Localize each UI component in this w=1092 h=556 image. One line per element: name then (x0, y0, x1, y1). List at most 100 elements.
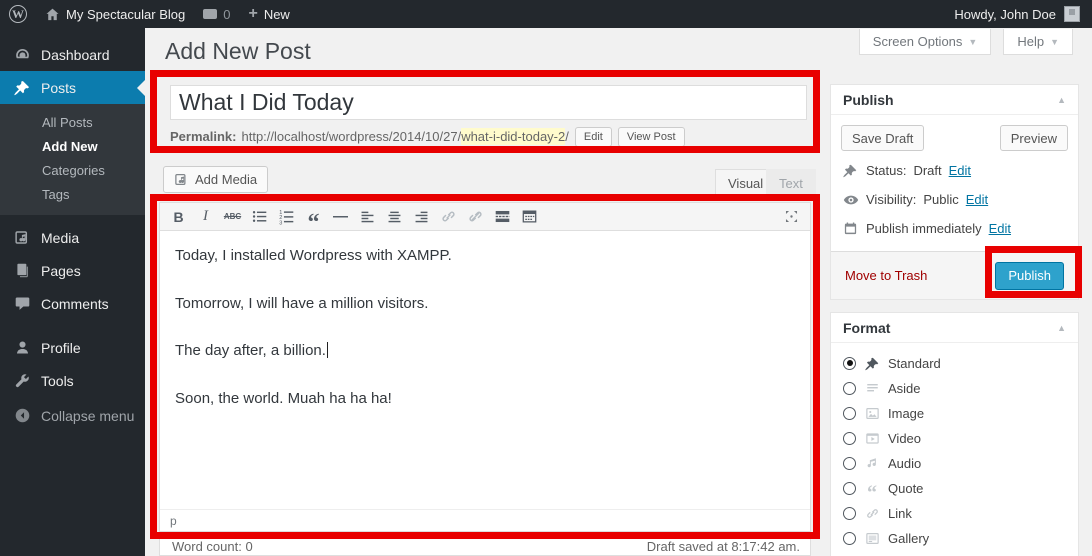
radio-image[interactable] (843, 407, 856, 420)
align-right-button[interactable] (408, 205, 435, 229)
publish-panel-header[interactable]: Publish ▲ (831, 85, 1078, 115)
unlink-icon (467, 208, 484, 225)
format-option-standard[interactable]: Standard (843, 355, 1066, 371)
toolbar-toggle-button[interactable] (516, 205, 543, 229)
format-image-icon (864, 405, 880, 421)
permalink-row: Permalink: http://localhost/wordpress/20… (170, 124, 685, 149)
format-option-aside[interactable]: Aside (843, 380, 1066, 396)
new-content-button[interactable]: + New (239, 0, 298, 28)
format-option-image[interactable]: Image (843, 405, 1066, 421)
sidebar-item-profile[interactable]: Profile (0, 331, 145, 364)
sidebar-item-dashboard[interactable]: Dashboard (0, 38, 145, 71)
edit-schedule-link[interactable]: Edit (989, 221, 1011, 236)
format-video-icon (864, 430, 880, 446)
italic-button[interactable]: I (192, 205, 219, 229)
panel-toggle-icon: ▲ (1057, 323, 1066, 333)
radio-standard[interactable] (843, 357, 856, 370)
radio-audio[interactable] (843, 457, 856, 470)
wordpress-logo-menu[interactable]: W (0, 0, 36, 28)
admin-bar: W My Spectacular Blog 0 + New Howdy, Joh… (0, 0, 1092, 28)
autosave-message: Draft saved at 8:17:42 am. (647, 539, 800, 554)
sidebar-label-comments: Comments (41, 296, 109, 312)
sidebar-label-profile: Profile (41, 340, 81, 356)
radio-gallery[interactable] (843, 532, 856, 545)
status-label: Status: (866, 163, 906, 178)
preview-button[interactable]: Preview (1000, 125, 1068, 151)
blockquote-button[interactable]: “ (300, 205, 327, 229)
remove-link-button[interactable] (462, 205, 489, 229)
format-option-gallery[interactable]: Gallery (843, 530, 1066, 546)
strikethrough-button[interactable]: ABC (219, 205, 246, 229)
element-path[interactable]: p (170, 514, 177, 528)
format-audio-icon (864, 455, 880, 471)
site-name: My Spectacular Blog (66, 7, 185, 22)
format-quote-icon: “ (864, 480, 880, 496)
sidebar-item-categories[interactable]: Categories (0, 159, 145, 183)
horizontal-rule-button[interactable]: — (327, 205, 354, 229)
edit-status-link[interactable]: Edit (949, 163, 971, 178)
svg-text:3: 3 (279, 220, 282, 225)
format-option-video[interactable]: Video (843, 430, 1066, 446)
post-title-input[interactable] (170, 85, 807, 120)
move-to-trash-link[interactable]: Move to Trash (845, 268, 927, 283)
collapse-icon (13, 407, 31, 425)
align-left-button[interactable] (354, 205, 381, 229)
publish-button[interactable]: Publish (995, 262, 1064, 290)
editor-paragraph: Today, I installed Wordpress with XAMPP. (175, 245, 795, 268)
read-more-tag-button[interactable] (489, 205, 516, 229)
media-icon (13, 229, 31, 247)
sidebar-label-tools: Tools (41, 373, 74, 389)
sidebar-item-tags[interactable]: Tags (0, 183, 145, 207)
help-tab[interactable]: Help ▼ (1003, 29, 1073, 55)
status-row: Status: Draft Edit (843, 161, 1066, 180)
avatar[interactable] (1064, 6, 1080, 22)
radio-link[interactable] (843, 507, 856, 520)
current-menu-arrow (137, 80, 145, 96)
sidebar-item-comments[interactable]: Comments (0, 287, 145, 320)
format-aside-icon (864, 380, 880, 396)
visual-editor: B I ABC 123 “ — (159, 202, 811, 532)
radio-quote[interactable] (843, 482, 856, 495)
editor-content[interactable]: Today, I installed Wordpress with XAMPP.… (160, 231, 810, 509)
tab-text[interactable]: Text (766, 169, 816, 197)
text-cursor (327, 342, 328, 358)
format-option-link[interactable]: Link (843, 505, 1066, 521)
add-media-button[interactable]: Add Media (163, 166, 268, 193)
numbered-list-button[interactable]: 123 (273, 205, 300, 229)
sidebar-item-add-new[interactable]: Add New (0, 135, 145, 159)
distraction-free-button[interactable] (778, 205, 805, 229)
align-left-icon (359, 208, 376, 225)
save-draft-button[interactable]: Save Draft (841, 125, 924, 151)
format-option-audio[interactable]: Audio (843, 455, 1066, 471)
sidebar-item-tools[interactable]: Tools (0, 364, 145, 397)
sidebar-item-all-posts[interactable]: All Posts (0, 111, 145, 135)
sidebar-separator (0, 320, 145, 331)
sidebar-item-media[interactable]: Media (0, 221, 145, 254)
format-gallery-icon (864, 530, 880, 546)
align-right-icon (413, 208, 430, 225)
view-post-button[interactable]: View Post (618, 127, 685, 147)
radio-video[interactable] (843, 432, 856, 445)
edit-visibility-link[interactable]: Edit (966, 192, 988, 207)
bulleted-list-button[interactable] (246, 205, 273, 229)
calendar-icon (843, 221, 859, 237)
sidebar-item-pages[interactable]: Pages (0, 254, 145, 287)
howdy-account-link[interactable]: Howdy, John Doe (954, 7, 1056, 22)
admin-bar-comments[interactable]: 0 (194, 0, 239, 28)
post-status-info: Word count: 0 Draft saved at 8:17:42 am. (159, 536, 811, 556)
sidebar-label-pages: Pages (41, 263, 81, 279)
bold-button[interactable]: B (165, 205, 192, 229)
sidebar-item-collapse-menu[interactable]: Collapse menu (0, 399, 145, 432)
radio-aside[interactable] (843, 382, 856, 395)
align-center-icon (386, 208, 403, 225)
chevron-down-icon: ▼ (968, 37, 977, 47)
format-option-quote[interactable]: “ Quote (843, 480, 1066, 496)
insert-link-button[interactable] (435, 205, 462, 229)
sidebar-item-posts[interactable]: Posts (0, 71, 145, 104)
format-panel-header[interactable]: Format ▲ (831, 313, 1078, 343)
screen-options-tab[interactable]: Screen Options ▼ (859, 29, 992, 55)
align-center-button[interactable] (381, 205, 408, 229)
site-name-link[interactable]: My Spectacular Blog (36, 0, 194, 28)
editor-paragraph: The day after, a billion. (175, 340, 795, 363)
edit-permalink-button[interactable]: Edit (575, 127, 612, 147)
